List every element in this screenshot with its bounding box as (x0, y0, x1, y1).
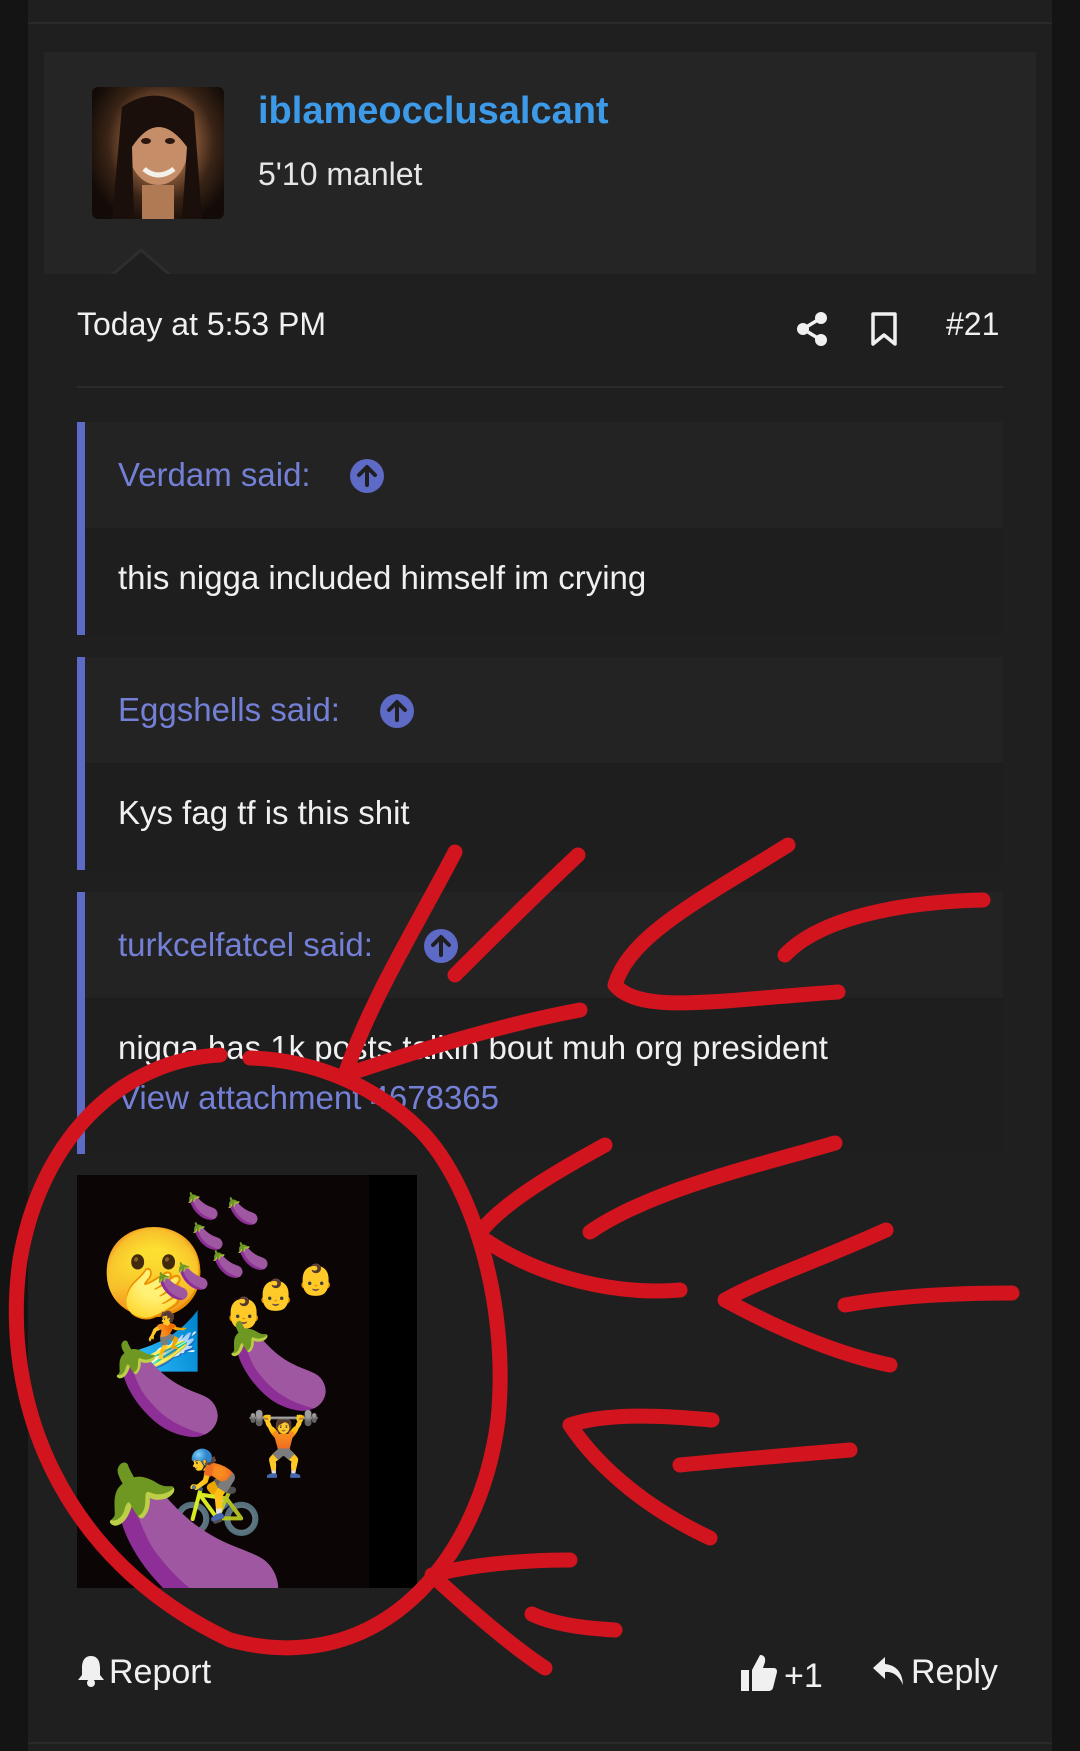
user-info-bar: iblameocclusalcant 5'10 manlet (44, 52, 1036, 274)
attachment-emoji: 👶 (257, 1277, 294, 1313)
quote-body: Kys fag tf is this shit (85, 764, 1003, 870)
bookmark-icon[interactable] (870, 311, 898, 352)
attachment-emoji: 👶 (297, 1262, 334, 1298)
arrow-up-circle-icon[interactable] (423, 928, 459, 969)
avatar[interactable] (92, 87, 224, 219)
quote-text: nigga has 1k posts talkin bout muh org p… (118, 1029, 828, 1066)
attachment-emoji: 🍆 (227, 1196, 259, 1227)
divider (77, 386, 1003, 388)
share-icon[interactable] (795, 311, 829, 352)
username-link[interactable]: iblameocclusalcant (258, 90, 609, 133)
divider-top (28, 22, 1052, 24)
quote-block: Verdam said: this nigga included himself… (77, 422, 1003, 635)
quote-block: turkcelfatcel said: nigga has 1k posts t… (77, 892, 1003, 1154)
quote-header: Verdam said: (85, 422, 1003, 529)
attachment-emoji: 🍆 (187, 1191, 219, 1222)
attachment-emoji: 🍆 (227, 1317, 332, 1415)
quote-author[interactable]: Verdam said: (118, 456, 311, 494)
arrow-up-circle-icon[interactable] (379, 693, 415, 734)
like-count: +1 (784, 1657, 823, 1695)
quote-text: this nigga included himself im crying (118, 559, 647, 596)
quote-body: this nigga included himself im crying (85, 529, 1003, 635)
attachment-link[interactable]: View attachment 4678365 (118, 1079, 499, 1117)
post-timestamp[interactable]: Today at 5:53 PM (77, 306, 326, 343)
like-button[interactable]: +1 (740, 1653, 823, 1702)
reply-button[interactable]: Reply (871, 1653, 998, 1696)
quote-author[interactable]: Eggshells said: (118, 691, 340, 729)
post-container: iblameocclusalcant 5'10 manlet Today at … (28, 0, 1052, 1751)
post-number-link[interactable]: #21 (946, 306, 999, 343)
attachment-emoji: 🍆 (102, 1457, 289, 1588)
report-label: Report (109, 1653, 212, 1691)
user-title: 5'10 manlet (258, 156, 423, 192)
reply-icon (871, 1655, 905, 1696)
quote-header: Eggshells said: (85, 657, 1003, 764)
attachment-emoji: 🍆 (112, 1337, 224, 1442)
arrow-up-circle-icon[interactable] (349, 458, 385, 499)
attachment-emoji: 🍆 (157, 1271, 189, 1302)
report-button[interactable]: Report (77, 1653, 211, 1696)
attachment-image[interactable]: 🫢 🍆 🍆 🍆 🍆 🍆 🍆 🍆 👶 👶 👶 🏄 🍆 🍆 🏋 🚴 🍆 (77, 1175, 417, 1588)
quote-body: nigga has 1k posts talkin bout muh org p… (85, 999, 1003, 1154)
quote-block: Eggshells said: Kys fag tf is this shit (77, 657, 1003, 870)
reply-label: Reply (911, 1653, 998, 1691)
attachment-emoji: 🍆 (237, 1241, 269, 1272)
quote-text: Kys fag tf is this shit (118, 794, 410, 831)
quote-header: turkcelfatcel said: (85, 892, 1003, 999)
divider-bottom (28, 1742, 1052, 1744)
attachment-emoji: 🍆 (192, 1221, 224, 1252)
userbar-pointer-fill (113, 252, 169, 276)
thumbs-up-icon (740, 1653, 778, 1702)
quote-author[interactable]: turkcelfatcel said: (118, 926, 373, 964)
bell-icon (77, 1653, 105, 1696)
